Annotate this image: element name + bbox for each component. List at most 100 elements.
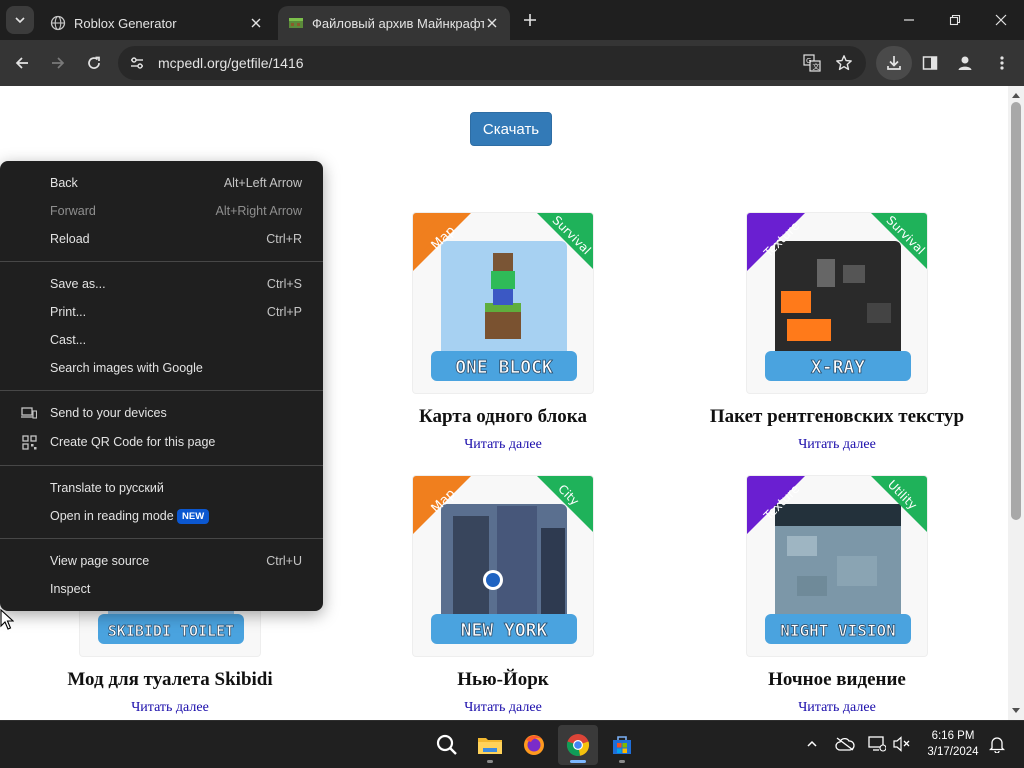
close-window-button[interactable] <box>978 0 1024 40</box>
clock-time: 6:16 PM <box>931 730 975 742</box>
taskbar-search-button[interactable] <box>427 725 467 765</box>
menu-item-send-to-devices[interactable]: Send to your devices <box>0 399 323 427</box>
menu-item-label: Open in reading mode <box>50 509 174 523</box>
scroll-up-arrow[interactable] <box>1008 88 1024 102</box>
download-button[interactable]: Скачать <box>470 112 552 146</box>
taskbar-chrome[interactable] <box>558 725 598 765</box>
notifications-button[interactable] <box>986 733 1008 755</box>
plus-icon <box>524 14 536 26</box>
search-icon <box>436 734 457 755</box>
scroll-down-arrow[interactable] <box>1008 704 1024 718</box>
qr-code-icon <box>20 434 38 450</box>
menu-item-label: Send to your devices <box>50 406 167 420</box>
speaker-muted-icon <box>893 736 910 752</box>
chevron-down-icon <box>15 17 25 24</box>
app-running-indicator <box>619 760 625 763</box>
card-read-more-link[interactable]: Читать далее <box>20 700 320 716</box>
menu-button[interactable] <box>988 49 1016 77</box>
card-title-x-ray[interactable]: Пакет рентгеновских текстур <box>687 406 987 428</box>
forward-button[interactable] <box>44 49 72 77</box>
card-image-new-york[interactable]: NEW YORK Map City <box>412 475 594 657</box>
restore-icon <box>949 14 961 26</box>
arrow-left-icon <box>15 57 28 69</box>
menu-item-back[interactable]: Back Alt+Left Arrow <box>0 169 323 197</box>
banner-text: NIGHT VISION <box>780 621 896 640</box>
show-hidden-icons-button[interactable] <box>801 733 823 755</box>
menu-item-view-source[interactable]: View page source Ctrl+U <box>0 547 323 575</box>
menu-separator <box>0 538 323 539</box>
volume-tray[interactable] <box>891 733 913 755</box>
taskbar-file-explorer[interactable] <box>470 725 510 765</box>
taskbar-microsoft-store[interactable] <box>602 725 642 765</box>
menu-item-shortcut: Ctrl+S <box>266 277 302 291</box>
tab-strip: Roblox Generator Файловый архив Майнкраф… <box>0 0 1024 40</box>
menu-item-label: Search images with Google <box>50 361 203 375</box>
translate-button[interactable]: G文 <box>798 49 826 77</box>
menu-item-reading-mode[interactable]: Open in reading mode NEW <box>0 502 323 530</box>
clock-date: 3/17/2024 <box>927 746 979 758</box>
card-image-night-vision[interactable]: NIGHT VISION Texture Utility <box>746 475 928 657</box>
side-panel-icon <box>922 56 938 70</box>
card-title-new-york[interactable]: Нью-Йорк <box>353 669 653 691</box>
scrollbar-thumb[interactable] <box>1011 102 1021 520</box>
menu-item-shortcut: Ctrl+R <box>266 232 302 246</box>
banner-text: ONE BLOCK <box>455 357 553 378</box>
close-tab-icon[interactable] <box>248 15 264 31</box>
minimize-icon <box>904 19 914 21</box>
banner-text: NEW YORK <box>461 620 548 641</box>
menu-separator <box>0 465 323 466</box>
menu-item-forward[interactable]: Forward Alt+Right Arrow <box>0 197 323 225</box>
menu-item-search-images[interactable]: Search images with Google <box>0 354 323 382</box>
tab-roblox-generator[interactable]: Roblox Generator <box>40 6 274 40</box>
minimize-button[interactable] <box>886 0 932 40</box>
url-text: mcpedl.org/getfile/1416 <box>158 55 304 71</box>
card-title-skibidi[interactable]: Мод для туалета Skibidi <box>20 669 320 691</box>
card-title-night-vision[interactable]: Ночное видение <box>687 669 987 691</box>
card-image-one-block[interactable]: ONE BLOCK Map Survival <box>412 212 594 394</box>
menu-item-reload[interactable]: Reload Ctrl+R <box>0 225 323 253</box>
card-read-more-link[interactable]: Читать далее <box>687 437 987 453</box>
tab-search-button[interactable] <box>6 6 34 34</box>
card-read-more-link[interactable]: Читать далее <box>687 700 987 716</box>
reload-button[interactable] <box>80 49 108 77</box>
menu-item-save-as[interactable]: Save as... Ctrl+S <box>0 270 323 298</box>
tab-minecraft-archive[interactable]: Файловый архив Майнкрафта <box>278 6 510 40</box>
card-read-more-link[interactable]: Читать далее <box>353 437 653 453</box>
svg-text:文: 文 <box>813 62 820 71</box>
minecraft-icon <box>288 15 304 31</box>
menu-item-translate[interactable]: Translate to русский <box>0 474 323 502</box>
app-running-indicator <box>487 760 493 763</box>
menu-item-print[interactable]: Print... Ctrl+P <box>0 298 323 326</box>
page-scrollbar[interactable] <box>1008 86 1024 720</box>
context-menu: Back Alt+Left Arrow Forward Alt+Right Ar… <box>0 161 323 611</box>
menu-item-label: Cast... <box>50 333 87 347</box>
card-title-one-block[interactable]: Карта одного блока <box>353 406 653 428</box>
mouse-cursor-icon <box>0 609 14 630</box>
browser-toolbar: mcpedl.org/getfile/1416 G文 <box>0 40 1024 86</box>
profile-button[interactable] <box>951 49 979 77</box>
banner-text: X-RAY <box>811 357 865 378</box>
card-image-x-ray[interactable]: X-RAY Texture Survival <box>746 212 928 394</box>
menu-separator <box>0 390 323 391</box>
new-tab-button[interactable] <box>518 8 542 32</box>
card-read-more-link[interactable]: Читать далее <box>353 700 653 716</box>
tab-title: Файловый архив Майнкрафта <box>312 15 484 31</box>
menu-item-inspect[interactable]: Inspect <box>0 575 323 603</box>
taskbar-clock[interactable]: 6:16 PM 3/17/2024 <box>920 728 986 760</box>
onedrive-tray[interactable] <box>834 733 856 755</box>
network-tray[interactable] <box>866 733 888 755</box>
menu-item-label: Inspect <box>50 582 91 596</box>
menu-item-cast[interactable]: Cast... <box>0 326 323 354</box>
menu-item-qr-code[interactable]: Create QR Code for this page <box>0 428 323 456</box>
restore-button[interactable] <box>932 0 978 40</box>
reload-icon <box>88 56 100 69</box>
bookmark-star-button[interactable] <box>830 49 858 77</box>
store-icon <box>613 736 631 754</box>
side-panel-button[interactable] <box>916 49 944 77</box>
taskbar-firefox[interactable] <box>514 725 554 765</box>
site-info-icon[interactable] <box>124 50 150 76</box>
back-button[interactable] <box>8 49 36 77</box>
address-bar[interactable]: mcpedl.org/getfile/1416 <box>118 46 866 80</box>
downloads-button[interactable] <box>876 46 912 80</box>
close-tab-icon[interactable] <box>484 15 500 31</box>
